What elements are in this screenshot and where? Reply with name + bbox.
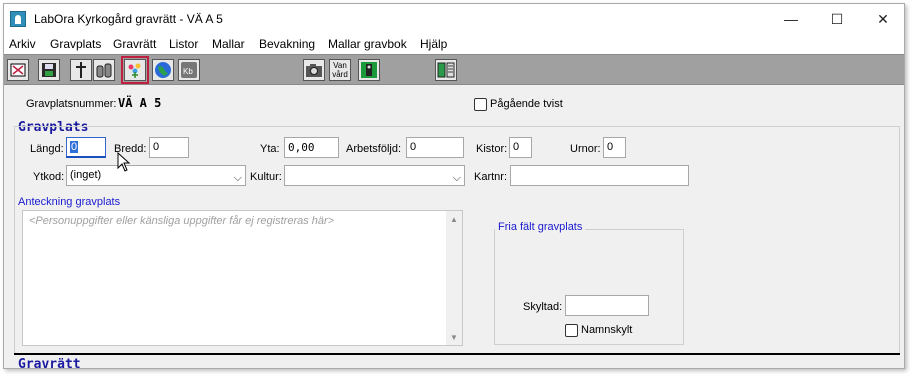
yta-label: Yta: xyxy=(260,143,280,155)
urnor-label: Urnor: xyxy=(570,143,601,155)
scroll-up-icon[interactable]: ▲ xyxy=(450,215,458,224)
scroll-down-icon[interactable]: ▼ xyxy=(450,333,458,342)
kistor-label: Kistor: xyxy=(476,143,508,155)
kartnr-label: Kartnr: xyxy=(474,171,508,183)
menu-bevakning[interactable]: Bevakning xyxy=(259,37,315,51)
kartnr-input[interactable] xyxy=(510,165,689,186)
camera-icon[interactable] xyxy=(303,59,325,81)
close-button[interactable]: ✕ xyxy=(860,4,904,34)
skyltad-label: Skyltad: xyxy=(523,301,563,313)
anteckning-scrollbar[interactable]: ▲ ▼ xyxy=(446,211,462,345)
gravratt-heading: Gravrätt xyxy=(18,357,81,369)
globe-icon[interactable] xyxy=(152,59,174,81)
menu-mallar-gravbok[interactable]: Mallar gravbok xyxy=(328,37,407,51)
chevron-down-icon: ⌵ xyxy=(452,172,461,184)
ytkod-selected-value: (inget) xyxy=(70,169,102,181)
kb-icon[interactable]: Kb xyxy=(178,59,200,81)
gravplatsnummer-value: VÄ A 5 xyxy=(118,96,162,110)
van-vard-icon[interactable]: Van vård xyxy=(329,59,351,81)
yta-input[interactable]: 0,00 xyxy=(284,137,339,158)
anteckning-textarea[interactable]: <Personuppgifter eller känsliga uppgifte… xyxy=(22,210,463,346)
langd-input[interactable]: 0 xyxy=(66,137,106,158)
ytkod-select[interactable]: (inget) ⌵ xyxy=(66,165,246,186)
mouse-cursor-icon xyxy=(117,152,131,172)
book-icon[interactable] xyxy=(435,59,457,81)
app-icon xyxy=(10,11,26,27)
fria-falt-legend: Fria fält gravplats xyxy=(495,221,586,233)
langd-label: Längd: xyxy=(30,143,64,155)
menu-bar: Arkiv Gravplats Gravrätt Listor Mallar B… xyxy=(4,34,904,54)
bredd-input[interactable]: 0 xyxy=(149,137,189,158)
minimize-button[interactable]: — xyxy=(768,4,814,34)
door-icon[interactable] xyxy=(358,59,380,81)
menu-hjalp[interactable]: Hjälp xyxy=(420,37,447,51)
toolbar: Kb Van vård xyxy=(4,54,904,85)
menu-arkiv[interactable]: Arkiv xyxy=(9,37,36,51)
save-icon[interactable] xyxy=(38,59,60,81)
gravratt-divider xyxy=(14,353,900,355)
menu-gravplats[interactable]: Gravplats xyxy=(50,37,101,51)
chevron-down-icon: ⌵ xyxy=(233,172,242,184)
graves-icon[interactable] xyxy=(93,59,115,81)
kultur-label: Kultur: xyxy=(250,171,282,183)
print-icon[interactable] xyxy=(7,59,29,81)
urnor-input[interactable]: 0 xyxy=(603,137,626,158)
skyltad-input[interactable] xyxy=(565,295,649,316)
app-window: LabOra Kyrkogård gravrätt - VÄ A 5 — ☐ ✕… xyxy=(3,3,905,369)
kultur-select[interactable]: ⌵ xyxy=(284,165,465,186)
svg-text:Kb: Kb xyxy=(183,67,193,76)
ytkod-label: Ytkod: xyxy=(33,171,65,183)
menu-listor[interactable]: Listor xyxy=(169,37,198,51)
cross-icon[interactable] xyxy=(70,59,92,81)
gravplatsnummer-label: Gravplatsnummer: xyxy=(26,98,117,110)
arbetsfoljd-label: Arbetsföljd: xyxy=(346,143,402,155)
namnskylt-label: Namnskylt xyxy=(581,324,633,336)
menu-gravratt[interactable]: Gravrätt xyxy=(113,37,156,51)
anteckning-legend: Anteckning gravplats xyxy=(18,196,121,208)
bouquet-icon[interactable] xyxy=(121,56,149,84)
kistor-input[interactable]: 0 xyxy=(509,137,532,158)
title-bar: LabOra Kyrkogård gravrätt - VÄ A 5 — ☐ ✕ xyxy=(4,4,904,34)
arbetsfoljd-input[interactable]: 0 xyxy=(406,137,464,158)
namnskylt-checkbox[interactable] xyxy=(565,324,578,337)
pagaende-tvist-label: Pågående tvist xyxy=(490,98,563,110)
window-title: LabOra Kyrkogård gravrätt - VÄ A 5 xyxy=(34,12,223,26)
pagaende-tvist-checkbox[interactable] xyxy=(474,98,487,111)
maximize-button[interactable]: ☐ xyxy=(814,4,860,34)
anteckning-placeholder: <Personuppgifter eller känsliga uppgifte… xyxy=(29,215,335,227)
menu-mallar[interactable]: Mallar xyxy=(212,37,245,51)
